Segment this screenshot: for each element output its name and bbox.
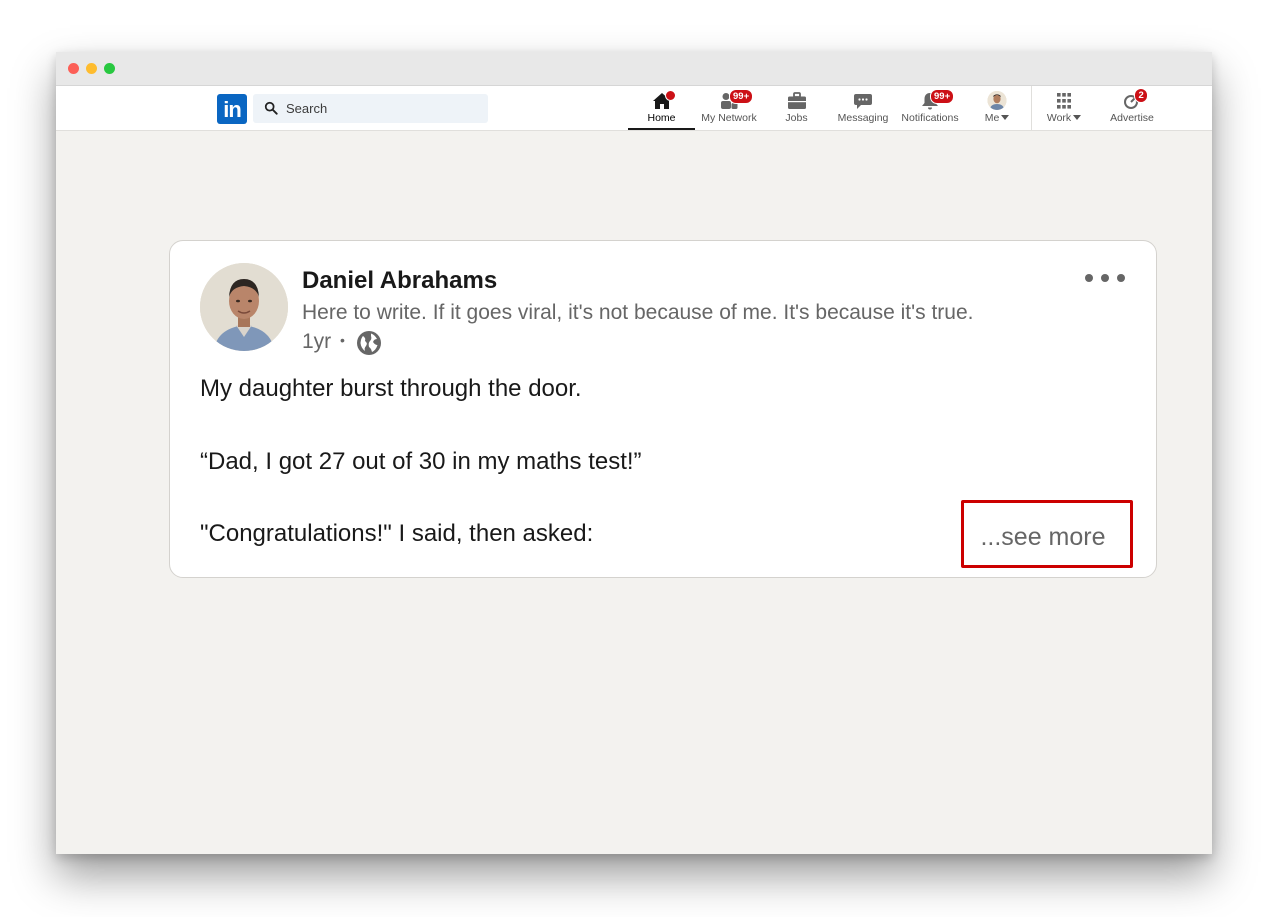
nav-home[interactable]: Home — [628, 86, 695, 130]
nav-work-label: Work — [1036, 112, 1092, 124]
nav-jobs[interactable]: Jobs — [764, 86, 829, 130]
nav-messaging[interactable]: Messaging — [829, 86, 897, 130]
window-titlebar — [56, 52, 1212, 86]
nav-home-label: Home — [647, 112, 676, 124]
nav-my-network-label: My Network — [701, 112, 757, 124]
me-avatar — [987, 91, 1007, 110]
minimize-window-button[interactable] — [86, 63, 97, 74]
post-meta: 1yr • — [302, 330, 345, 354]
network-badge: 99+ — [729, 89, 754, 104]
chat-icon — [854, 94, 872, 109]
nav-notifications-label: Notifications — [901, 112, 959, 124]
top-navbar: in Search Home 99+ My Network Jobs Messa… — [56, 86, 1212, 131]
nav-advertise[interactable]: 2 Advertise — [1100, 86, 1164, 130]
nav-me-label: Me — [969, 112, 1025, 124]
more-options-button[interactable] — [1085, 274, 1125, 284]
nav-me-text: Me — [984, 112, 1000, 124]
more-dot-icon — [1101, 274, 1109, 282]
search-icon — [264, 101, 278, 115]
chevron-down-icon — [1001, 115, 1010, 120]
post-card: Daniel Abrahams Here to write. If it goe… — [169, 240, 1157, 578]
author-photo — [200, 263, 288, 351]
nav-advertise-label: Advertise — [1110, 112, 1154, 124]
post-text-line-2: “Dad, I got 27 out of 30 in my maths tes… — [200, 448, 642, 475]
globe-icon — [357, 331, 381, 355]
nav-jobs-label: Jobs — [785, 112, 808, 124]
browser-window: in Search Home 99+ My Network Jobs Messa… — [56, 52, 1212, 854]
see-more-button[interactable]: ...see more — [961, 500, 1133, 568]
post-text-line-3: "Congratulations!" I said, then asked: — [200, 520, 594, 547]
notifications-badge: 99+ — [930, 89, 955, 104]
author-avatar[interactable] — [200, 263, 288, 351]
advertise-badge: 2 — [1134, 88, 1149, 103]
home-notification-dot — [665, 90, 676, 101]
nav-notifications[interactable]: 99+ Notifications — [897, 86, 963, 130]
nav-work-text: Work — [1046, 112, 1072, 124]
nav-me[interactable]: Me — [969, 86, 1025, 130]
me-avatar-image — [987, 91, 1007, 110]
author-headline: Here to write. If it goes viral, it's no… — [302, 301, 974, 324]
search-placeholder: Search — [286, 101, 328, 116]
zoom-window-button[interactable] — [104, 63, 115, 74]
close-window-button[interactable] — [68, 63, 79, 74]
post-time: 1yr — [302, 330, 332, 353]
nav-work[interactable]: Work — [1036, 86, 1092, 130]
more-dot-icon — [1085, 274, 1093, 282]
post-text-line-1: My daughter burst through the door. — [200, 375, 582, 402]
nav-my-network[interactable]: 99+ My Network — [695, 86, 763, 130]
grid-icon — [1057, 93, 1071, 109]
chevron-down-icon — [1073, 115, 1082, 120]
linkedin-logo[interactable]: in — [217, 94, 247, 124]
briefcase-icon — [787, 92, 806, 109]
more-dot-icon — [1117, 274, 1125, 282]
meta-separator: • — [340, 332, 345, 348]
search-input[interactable]: Search — [253, 94, 488, 123]
nav-messaging-label: Messaging — [837, 112, 889, 124]
nav-divider — [1031, 86, 1032, 130]
author-name[interactable]: Daniel Abrahams — [302, 267, 497, 295]
